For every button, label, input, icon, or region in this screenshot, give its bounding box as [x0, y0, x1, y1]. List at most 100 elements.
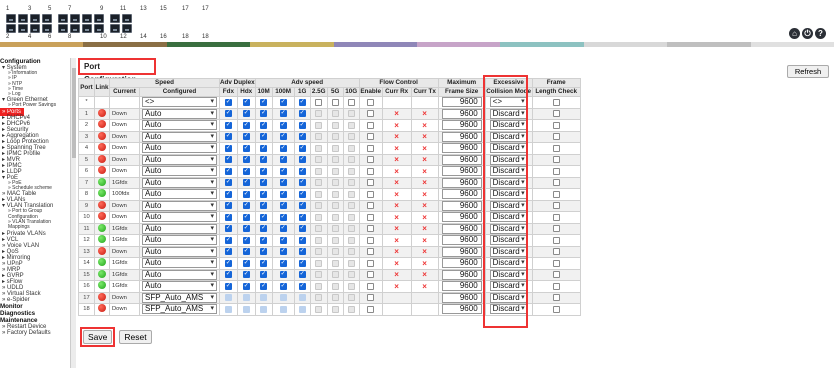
- hdx-checkbox[interactable]: [242, 144, 250, 152]
- port-jack[interactable]: [82, 24, 92, 33]
- 10m-checkbox[interactable]: [260, 247, 268, 256]
- flow-enable-checkbox[interactable]: [367, 213, 375, 221]
- 10g-checkbox[interactable]: [347, 144, 355, 152]
- fdx-checkbox[interactable]: [224, 132, 232, 141]
- collision-mode-select[interactable]: Discard: [489, 131, 528, 142]
- reset-button[interactable]: Reset: [119, 330, 152, 344]
- fdx-checkbox[interactable]: [224, 270, 232, 279]
- sidebar-scrollbar[interactable]: [70, 58, 76, 368]
- flow-enable-checkbox[interactable]: [367, 144, 375, 152]
- 10g-checkbox[interactable]: [347, 225, 355, 233]
- home-icon[interactable]: ⌂: [789, 28, 800, 39]
- 5g-checkbox[interactable]: [331, 271, 339, 279]
- hdx-checkbox[interactable]: [242, 247, 250, 256]
- flow-enable-checkbox[interactable]: [367, 236, 375, 244]
- 5g-checkbox[interactable]: [331, 259, 339, 267]
- 10g-checkbox[interactable]: [347, 110, 355, 118]
- 10m-checkbox[interactable]: [260, 270, 268, 279]
- 5g-checkbox[interactable]: [331, 190, 339, 198]
- collision-mode-select[interactable]: Discard: [489, 189, 528, 200]
- speed-select[interactable]: Auto: [142, 212, 217, 223]
- hdx-checkbox[interactable]: [242, 259, 250, 267]
- 5g-checkbox[interactable]: [331, 294, 339, 302]
- max-frame-input[interactable]: 9600: [441, 108, 482, 119]
- 100m-checkbox[interactable]: [279, 190, 287, 198]
- flow-enable-checkbox[interactable]: [367, 282, 375, 290]
- port-jack[interactable]: [30, 14, 40, 23]
- 10m-checkbox[interactable]: [260, 213, 268, 221]
- 5g-checkbox[interactable]: [331, 213, 339, 221]
- 1g-checkbox[interactable]: [298, 132, 306, 141]
- 1g-checkbox[interactable]: [298, 144, 306, 152]
- speed-select[interactable]: Auto: [142, 177, 217, 188]
- 1g-checkbox[interactable]: [298, 121, 306, 129]
- 1g-checkbox[interactable]: [298, 305, 306, 313]
- collision-mode-select[interactable]: Discard: [489, 223, 528, 234]
- frame-length-checkbox[interactable]: [552, 167, 560, 175]
- frame-length-checkbox[interactable]: [552, 110, 560, 118]
- max-frame-input[interactable]: 9600: [441, 292, 482, 303]
- max-frame-input[interactable]: 9600: [441, 154, 482, 165]
- 100m-checkbox[interactable]: [279, 236, 287, 244]
- 100m-checkbox[interactable]: [279, 294, 287, 302]
- 5g-checkbox[interactable]: [331, 110, 339, 118]
- 2-5g-checkbox[interactable]: [315, 225, 323, 233]
- speed-select[interactable]: Auto: [142, 281, 217, 292]
- fdx-checkbox[interactable]: [224, 144, 232, 152]
- fdx-checkbox[interactable]: [224, 121, 232, 129]
- 2-5g-checkbox[interactable]: [315, 110, 323, 118]
- fdx-checkbox[interactable]: [224, 305, 232, 313]
- 10m-checkbox[interactable]: [260, 167, 268, 175]
- max-frame-input[interactable]: 9600: [441, 143, 482, 154]
- max-frame-input[interactable]: 9600: [441, 281, 482, 292]
- max-frame-input[interactable]: 9600: [441, 189, 482, 200]
- 10g-checkbox[interactable]: [347, 133, 355, 141]
- collision-mode-select[interactable]: Discard: [489, 212, 528, 223]
- 10m-checkbox[interactable]: [260, 155, 268, 164]
- 2-5g-checkbox[interactable]: [315, 259, 323, 267]
- wildcard-10g-checkbox[interactable]: [347, 98, 355, 106]
- hdx-checkbox[interactable]: [242, 155, 250, 164]
- collision-mode-select[interactable]: Discard: [489, 235, 528, 246]
- frame-length-checkbox[interactable]: [552, 133, 560, 141]
- speed-select[interactable]: Auto: [142, 235, 217, 246]
- port-jack[interactable]: [18, 24, 28, 33]
- speed-select[interactable]: Auto: [142, 131, 217, 142]
- hdx-checkbox[interactable]: [242, 294, 250, 302]
- nav-item-9[interactable]: » Ports: [0, 107, 25, 116]
- flow-enable-checkbox[interactable]: [367, 121, 375, 129]
- flow-enable-checkbox[interactable]: [367, 133, 375, 141]
- 2-5g-checkbox[interactable]: [315, 294, 323, 302]
- 10g-checkbox[interactable]: [347, 179, 355, 187]
- frame-length-checkbox[interactable]: [552, 271, 560, 279]
- 100m-checkbox[interactable]: [279, 259, 287, 267]
- 100m-checkbox[interactable]: [279, 178, 287, 187]
- hdx-checkbox[interactable]: [242, 213, 250, 221]
- fdx-checkbox[interactable]: [224, 294, 232, 302]
- 100m-checkbox[interactable]: [279, 224, 287, 233]
- 10m-checkbox[interactable]: [260, 109, 268, 118]
- port-jack[interactable]: [110, 14, 120, 23]
- speed-select[interactable]: Auto: [142, 143, 217, 154]
- frame-length-checkbox[interactable]: [552, 144, 560, 152]
- max-frame-input[interactable]: 9600: [441, 177, 482, 188]
- 2-5g-checkbox[interactable]: [315, 271, 323, 279]
- 1g-checkbox[interactable]: [298, 155, 306, 164]
- 10m-checkbox[interactable]: [260, 236, 268, 244]
- flow-enable-checkbox[interactable]: [367, 167, 375, 175]
- 5g-checkbox[interactable]: [331, 121, 339, 129]
- 10g-checkbox[interactable]: [347, 259, 355, 267]
- hdx-checkbox[interactable]: [242, 132, 250, 141]
- 5g-checkbox[interactable]: [331, 282, 339, 290]
- 10g-checkbox[interactable]: [347, 294, 355, 302]
- hdx-checkbox[interactable]: [242, 167, 250, 175]
- 100m-checkbox[interactable]: [279, 201, 287, 210]
- frame-length-checkbox[interactable]: [552, 248, 560, 256]
- collision-mode-select[interactable]: Discard: [489, 143, 528, 154]
- fdx-checkbox[interactable]: [224, 224, 232, 233]
- port-jack[interactable]: [94, 14, 104, 23]
- wildcard-2-5g-checkbox[interactable]: [315, 98, 323, 106]
- collision-mode-select[interactable]: Discard: [489, 177, 528, 188]
- fdx-checkbox[interactable]: [224, 236, 232, 244]
- hdx-checkbox[interactable]: [242, 282, 250, 290]
